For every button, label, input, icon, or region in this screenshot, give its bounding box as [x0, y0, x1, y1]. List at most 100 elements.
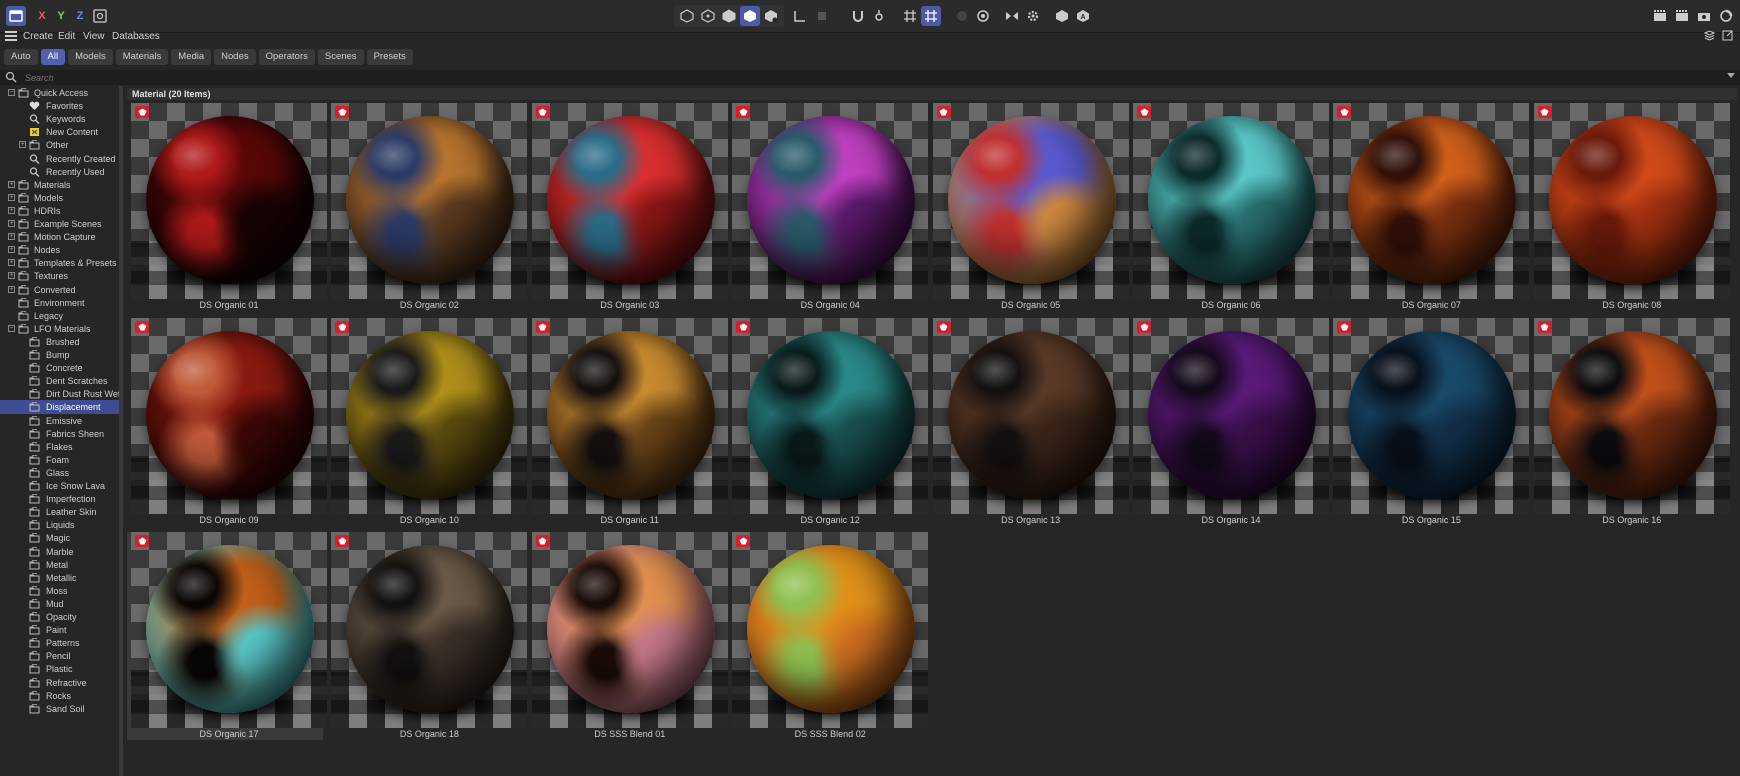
- points-mode-icon[interactable]: [698, 6, 718, 26]
- render-settings-icon[interactable]: [1694, 6, 1714, 26]
- material-tile[interactable]: DS Organic 09: [127, 317, 327, 526]
- material-tile[interactable]: DS Organic 07: [1329, 103, 1530, 311]
- sidebar-item[interactable]: Brushed: [0, 335, 119, 349]
- hamburger-menu-icon[interactable]: [5, 31, 17, 41]
- sidebar-item[interactable]: + Models: [0, 191, 119, 205]
- sidebar-item[interactable]: Fabrics Sheen: [0, 427, 119, 441]
- sidebar-item[interactable]: + Example Scenes: [0, 217, 119, 231]
- snap-magnet-icon[interactable]: [848, 6, 868, 26]
- tab-nodes[interactable]: Nodes: [214, 49, 256, 65]
- sidebar-item[interactable]: Imperfection: [0, 492, 119, 506]
- sidebar-item[interactable]: Rocks: [0, 689, 119, 703]
- open-window-icon[interactable]: [1722, 30, 1733, 41]
- sidebar-item[interactable]: Sand Soil: [0, 702, 119, 716]
- snap-settings-icon[interactable]: [869, 6, 889, 26]
- sidebar-item[interactable]: + Motion Capture: [0, 230, 119, 244]
- sidebar-item[interactable]: New Content: [0, 125, 119, 139]
- sidebar-item[interactable]: + Templates & Presets: [0, 256, 119, 270]
- solo-mode-icon[interactable]: [812, 6, 832, 26]
- menu-edit[interactable]: Edit: [58, 31, 75, 42]
- sidebar-item[interactable]: Favorites: [0, 99, 119, 113]
- sidebar-item[interactable]: + HDRIs: [0, 204, 119, 218]
- sidebar-item[interactable]: Environment: [0, 296, 119, 310]
- sidebar-item[interactable]: Pencil: [0, 649, 119, 663]
- layout-switch-icon[interactable]: [1716, 6, 1736, 26]
- render-region-icon[interactable]: [952, 6, 972, 26]
- expand-icon[interactable]: +: [8, 246, 15, 254]
- expand-icon[interactable]: +: [8, 285, 15, 293]
- material-tile[interactable]: DS Organic 18: [327, 532, 528, 740]
- sidebar-item[interactable]: Liquids: [0, 518, 119, 532]
- menu-create[interactable]: Create: [23, 31, 53, 42]
- sidebar-scrollbar[interactable]: [119, 86, 123, 776]
- sidebar-item[interactable]: − Quick Access: [0, 86, 119, 100]
- sidebar-item[interactable]: + Converted: [0, 283, 119, 297]
- asset-browser-icon[interactable]: [6, 6, 26, 26]
- sidebar-item[interactable]: Foam: [0, 453, 119, 467]
- expand-icon[interactable]: +: [8, 259, 15, 267]
- axis-y-button[interactable]: Y: [51, 6, 71, 26]
- edges-mode-icon[interactable]: [719, 6, 739, 26]
- expand-icon[interactable]: +: [8, 193, 15, 201]
- sidebar-item[interactable]: Bump: [0, 348, 119, 362]
- tab-auto[interactable]: Auto: [4, 49, 38, 65]
- material-tile[interactable]: DS Organic 03: [528, 103, 728, 311]
- expand-icon[interactable]: +: [8, 180, 15, 188]
- sidebar-item[interactable]: Moss: [0, 584, 119, 598]
- expand-icon[interactable]: +: [8, 206, 15, 214]
- sidebar-item[interactable]: Opacity: [0, 610, 119, 624]
- sidebar-item[interactable]: Ice Snow Lava: [0, 479, 119, 493]
- gear-icon[interactable]: [1023, 6, 1043, 26]
- sidebar-item[interactable]: Metallic: [0, 571, 119, 585]
- sidebar-item[interactable]: Flakes: [0, 440, 119, 454]
- render-picture-viewer-icon[interactable]: [1672, 6, 1692, 26]
- sidebar-item[interactable]: Patterns: [0, 636, 119, 650]
- search-dropdown-icon[interactable]: [1727, 73, 1735, 78]
- sidebar-item[interactable]: Mud: [0, 597, 119, 611]
- search-input[interactable]: [25, 70, 1725, 85]
- material-tile[interactable]: DS Organic 06: [1129, 103, 1329, 311]
- sidebar-item[interactable]: Paint: [0, 623, 119, 637]
- sidebar-item[interactable]: Plastic: [0, 662, 119, 676]
- material-tile[interactable]: DS Organic 04: [728, 103, 929, 311]
- material-tile[interactable]: DS Organic 10: [327, 317, 528, 526]
- material-tile[interactable]: DS Organic 05: [929, 103, 1129, 311]
- sidebar-item[interactable]: Leather Skin: [0, 505, 119, 519]
- texture-mode-icon[interactable]: [761, 6, 781, 26]
- sidebar-item[interactable]: Keywords: [0, 112, 119, 126]
- hexagon-settings-icon[interactable]: [1052, 6, 1072, 26]
- tab-media[interactable]: Media: [171, 49, 212, 65]
- polygons-mode-icon[interactable]: [740, 6, 760, 26]
- autokey-icon[interactable]: A: [1073, 6, 1093, 26]
- tab-models[interactable]: Models: [68, 49, 113, 65]
- material-tile[interactable]: DS Organic 11: [528, 317, 728, 526]
- material-tile[interactable]: DS Organic 16: [1530, 317, 1730, 526]
- sidebar-item[interactable]: Recently Created: [0, 152, 119, 166]
- tab-operators[interactable]: Operators: [258, 49, 315, 65]
- sidebar-item[interactable]: Magic: [0, 531, 119, 545]
- sidebar-item[interactable]: Emissive: [0, 414, 119, 428]
- menu-view[interactable]: View: [83, 31, 105, 42]
- material-tile[interactable]: DS Organic 02: [327, 103, 528, 311]
- expand-icon[interactable]: +: [8, 233, 15, 241]
- material-tile[interactable]: DS SSS Blend 02: [728, 532, 929, 740]
- sidebar-item[interactable]: − LFO Materials: [0, 322, 119, 336]
- tab-scenes[interactable]: Scenes: [317, 49, 364, 65]
- sidebar-item[interactable]: Legacy: [0, 309, 119, 323]
- coordinate-system-icon[interactable]: [90, 6, 110, 26]
- collapse-icon[interactable]: −: [8, 89, 15, 96]
- tab-all[interactable]: All: [40, 49, 66, 65]
- sidebar-item[interactable]: + Other: [0, 138, 119, 152]
- expand-icon[interactable]: +: [19, 141, 26, 149]
- tab-presets[interactable]: Presets: [366, 49, 413, 65]
- axis-z-button[interactable]: Z: [70, 6, 90, 26]
- axis-x-button[interactable]: X: [32, 6, 52, 26]
- material-tile[interactable]: DS Organic 17: [127, 532, 327, 740]
- material-tile[interactable]: DS Organic 08: [1530, 103, 1730, 311]
- expand-icon[interactable]: +: [8, 272, 15, 280]
- model-mode-icon[interactable]: [677, 6, 697, 26]
- menu-databases[interactable]: Databases: [112, 31, 160, 42]
- sidebar-item[interactable]: + Nodes: [0, 243, 119, 257]
- sidebar-item[interactable]: Marble: [0, 545, 119, 559]
- grid-icon[interactable]: [900, 6, 920, 26]
